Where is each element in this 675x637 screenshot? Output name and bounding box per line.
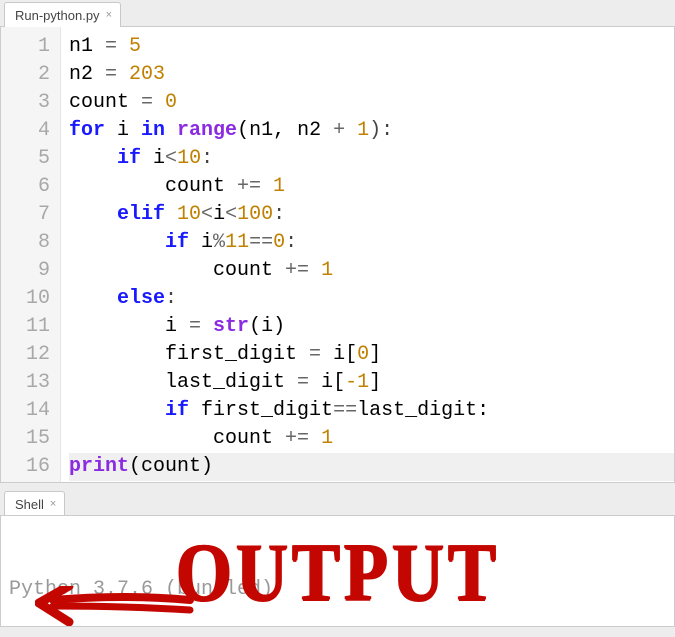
editor-tab-bar: Run-python.py × bbox=[0, 0, 675, 26]
line-number: 4 bbox=[1, 117, 50, 145]
code-line[interactable]: if i%11==0: bbox=[69, 229, 674, 257]
code-editor[interactable]: 12345678910111213141516 n1 = 5n2 = 203co… bbox=[0, 26, 675, 483]
line-number: 8 bbox=[1, 229, 50, 257]
code-line[interactable]: for i in range(n1, n2 + 1): bbox=[69, 117, 674, 145]
line-number: 1 bbox=[1, 33, 50, 61]
code-line[interactable]: n1 = 5 bbox=[69, 33, 674, 61]
shell-banner: Python 3.7.6 (bundled) bbox=[9, 576, 674, 604]
code-area[interactable]: n1 = 5n2 = 203count = 0for i in range(n1… bbox=[61, 27, 674, 482]
editor-tab[interactable]: Run-python.py × bbox=[4, 2, 121, 27]
close-icon[interactable]: × bbox=[50, 499, 56, 510]
line-number: 10 bbox=[1, 285, 50, 313]
line-number: 3 bbox=[1, 89, 50, 117]
code-line[interactable]: count = 0 bbox=[69, 89, 674, 117]
line-number: 14 bbox=[1, 397, 50, 425]
line-number-gutter: 12345678910111213141516 bbox=[1, 27, 61, 482]
code-line[interactable]: if first_digit==last_digit: bbox=[69, 397, 674, 425]
editor-tab-label: Run-python.py bbox=[15, 8, 100, 23]
line-number: 5 bbox=[1, 145, 50, 173]
code-line[interactable]: i = str(i) bbox=[69, 313, 674, 341]
shell-tab[interactable]: Shell × bbox=[4, 491, 65, 516]
code-line[interactable]: first_digit = i[0] bbox=[69, 341, 674, 369]
line-number: 13 bbox=[1, 369, 50, 397]
line-number: 11 bbox=[1, 313, 50, 341]
code-line[interactable]: last_digit = i[-1] bbox=[69, 369, 674, 397]
code-line[interactable]: print(count) bbox=[69, 453, 674, 481]
line-number: 15 bbox=[1, 425, 50, 453]
shell-tab-label: Shell bbox=[15, 497, 44, 512]
code-line[interactable]: count += 1 bbox=[69, 173, 674, 201]
code-line[interactable]: else: bbox=[69, 285, 674, 313]
line-number: 6 bbox=[1, 173, 50, 201]
line-number: 2 bbox=[1, 61, 50, 89]
shell-tab-bar: Shell × bbox=[0, 489, 675, 515]
code-line[interactable]: n2 = 203 bbox=[69, 61, 674, 89]
line-number: 7 bbox=[1, 201, 50, 229]
code-line[interactable]: elif 10<i<100: bbox=[69, 201, 674, 229]
line-number: 12 bbox=[1, 341, 50, 369]
line-number: 9 bbox=[1, 257, 50, 285]
code-line[interactable]: count += 1 bbox=[69, 257, 674, 285]
code-line[interactable]: count += 1 bbox=[69, 425, 674, 453]
code-line[interactable]: if i<10: bbox=[69, 145, 674, 173]
line-number: 16 bbox=[1, 453, 50, 481]
close-icon[interactable]: × bbox=[106, 10, 112, 21]
shell-output[interactable]: Python 3.7.6 (bundled) >>> %Run Run-pyth… bbox=[0, 515, 675, 627]
